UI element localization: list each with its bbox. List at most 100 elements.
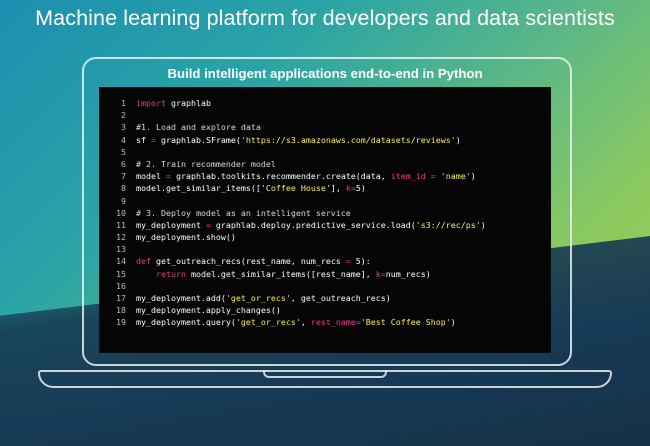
headline: Machine learning platform for developers… bbox=[35, 6, 615, 30]
code-text: my_deployment.query('get_or_recs', rest_… bbox=[136, 316, 550, 328]
code-token: rest_name bbox=[310, 317, 356, 328]
code-token: my_deployment.add( bbox=[136, 293, 226, 303]
code-token: 'get_or_recs' bbox=[225, 293, 291, 303]
code-token: sf bbox=[136, 134, 151, 145]
line-number: 2 bbox=[121, 110, 126, 121]
code-line: 19 my_deployment.query('get_or_recs', res… bbox=[100, 316, 550, 328]
code-text: return model.get_similar_items([rest_nam… bbox=[136, 268, 550, 280]
code-token: #1. Load and explore data bbox=[136, 122, 261, 133]
code-line: 10 # 3. Deploy model as an intelligent se… bbox=[100, 207, 550, 219]
code-text: my_deployment.add('get_or_recs', get_out… bbox=[136, 292, 550, 304]
line-number: 9 bbox=[121, 195, 126, 206]
code-token: graphlab bbox=[165, 98, 211, 108]
code-token: 'Coffee House' bbox=[260, 183, 331, 194]
line-number: 8 bbox=[121, 183, 126, 194]
code-token: 'get_or_recs' bbox=[235, 317, 301, 328]
code-token: ) bbox=[480, 219, 486, 230]
code-text: import graphlab bbox=[136, 97, 550, 109]
code-line: 12 my_deployment.show() bbox=[100, 231, 550, 243]
line-number: 11 bbox=[116, 219, 126, 230]
code-token: ) bbox=[455, 134, 461, 145]
code-token: model bbox=[136, 171, 166, 182]
code-text: def get_outreach_recs(rest_name, num_rec… bbox=[136, 255, 550, 267]
code-line: 5 bbox=[100, 146, 550, 158]
code-token: model.get_similar_items([ bbox=[136, 183, 261, 194]
line-number: 7 bbox=[121, 171, 126, 182]
code-token: import bbox=[136, 98, 166, 108]
code-line: 6 # 2. Train recommender model bbox=[100, 158, 550, 170]
code-line: 4 sf = graphlab.SFrame('https://s3.amazon… bbox=[100, 134, 550, 146]
line-number: 1 bbox=[121, 98, 126, 108]
code-token: get_outreach_recs(rest_name, num_recs bbox=[151, 256, 346, 267]
code-line: 14 def get_outreach_recs(rest_name, num_r… bbox=[100, 255, 550, 267]
code-token: 's3://rec/ps' bbox=[415, 219, 481, 230]
code-token: num_recs) bbox=[385, 268, 431, 279]
code-token: ) bbox=[470, 171, 476, 182]
code-token: my_deployment.show() bbox=[136, 232, 236, 243]
code-token: my_deployment.query( bbox=[136, 317, 236, 328]
code-token: # 2. Train recommender model bbox=[136, 158, 276, 169]
code-text: my_deployment = graphlab.deploy.predicti… bbox=[136, 219, 550, 231]
code-token: 'Best Coffee Shop' bbox=[360, 317, 451, 328]
code-line: 2 bbox=[100, 109, 550, 121]
code-token: return bbox=[155, 268, 186, 279]
code-line: 1 import graphlab bbox=[100, 97, 550, 109]
code-screen: 1 import graphlab 2 3 #1. Load and explore d… bbox=[100, 88, 550, 352]
code-line: 13 bbox=[100, 243, 550, 255]
code-token: my_deployment.apply_changes() bbox=[136, 305, 281, 316]
code-token: graphlab.SFrame( bbox=[156, 134, 241, 145]
code-token: item_id bbox=[390, 171, 426, 182]
line-number: 5 bbox=[121, 146, 126, 157]
code-line: 9 bbox=[100, 195, 550, 207]
code-line: 7 model = graphlab.toolkits.recommender.c… bbox=[100, 170, 550, 182]
code-line: 17 my_deployment.add('get_or_recs', get_o… bbox=[100, 292, 550, 304]
code-line: 15 return model.get_similar_items([rest_… bbox=[100, 268, 550, 280]
code-token: 5) bbox=[355, 183, 366, 194]
code-line: 3 #1. Load and explore data bbox=[100, 121, 550, 133]
code-token: ], bbox=[330, 183, 346, 194]
code-token: my_deployment bbox=[136, 219, 206, 230]
line-number: 10 bbox=[116, 207, 126, 218]
code-text: # 2. Train recommender model bbox=[136, 158, 550, 170]
code-line: 16 bbox=[100, 280, 550, 292]
code-token: 'name' bbox=[440, 171, 471, 182]
code-token: graphlab.toolkits.recommender.create(dat… bbox=[170, 171, 391, 182]
code-token: # 3. Deploy model as an intelligent serv… bbox=[136, 207, 351, 218]
code-line: 11 my_deployment = graphlab.deploy.predic… bbox=[100, 219, 550, 231]
code-token: def bbox=[136, 256, 151, 267]
code-text: my_deployment.show() bbox=[136, 231, 550, 243]
code-token: 5): bbox=[350, 256, 371, 267]
code-text: model.get_similar_items(['Coffee House']… bbox=[136, 182, 550, 194]
line-number: 17 bbox=[116, 293, 126, 303]
line-number: 15 bbox=[116, 268, 126, 279]
laptop-notch bbox=[263, 370, 387, 378]
code-token: , bbox=[300, 317, 311, 328]
line-number: 18 bbox=[116, 305, 126, 316]
code-text: # 3. Deploy model as an intelligent serv… bbox=[136, 207, 550, 219]
line-number: 14 bbox=[116, 256, 126, 267]
code-token: , get_outreach_recs) bbox=[290, 293, 391, 303]
subheadline: Build intelligent applications end-to-en… bbox=[167, 66, 483, 81]
code-token: 'https://s3.amazonaws.com/datasets/revie… bbox=[240, 134, 456, 145]
line-number: 19 bbox=[116, 317, 126, 328]
code-text: #1. Load and explore data bbox=[136, 121, 550, 133]
line-number: 6 bbox=[121, 158, 126, 169]
line-number: 4 bbox=[121, 134, 126, 145]
code-text: my_deployment.apply_changes() bbox=[136, 304, 550, 316]
code-line: 18 my_deployment.apply_changes() bbox=[100, 304, 550, 316]
line-number: 13 bbox=[116, 244, 126, 255]
line-number: 16 bbox=[116, 280, 126, 291]
code-text: model = graphlab.toolkits.recommender.cr… bbox=[136, 170, 550, 182]
code-text: sf = graphlab.SFrame('https://s3.amazona… bbox=[136, 134, 550, 146]
line-number: 12 bbox=[116, 232, 126, 243]
code-token: model.get_similar_items([rest_name], bbox=[185, 268, 376, 279]
line-number: 3 bbox=[121, 122, 126, 133]
code-line: 8 model.get_similar_items(['Coffee House'… bbox=[100, 182, 550, 194]
code-token: ) bbox=[450, 317, 456, 328]
